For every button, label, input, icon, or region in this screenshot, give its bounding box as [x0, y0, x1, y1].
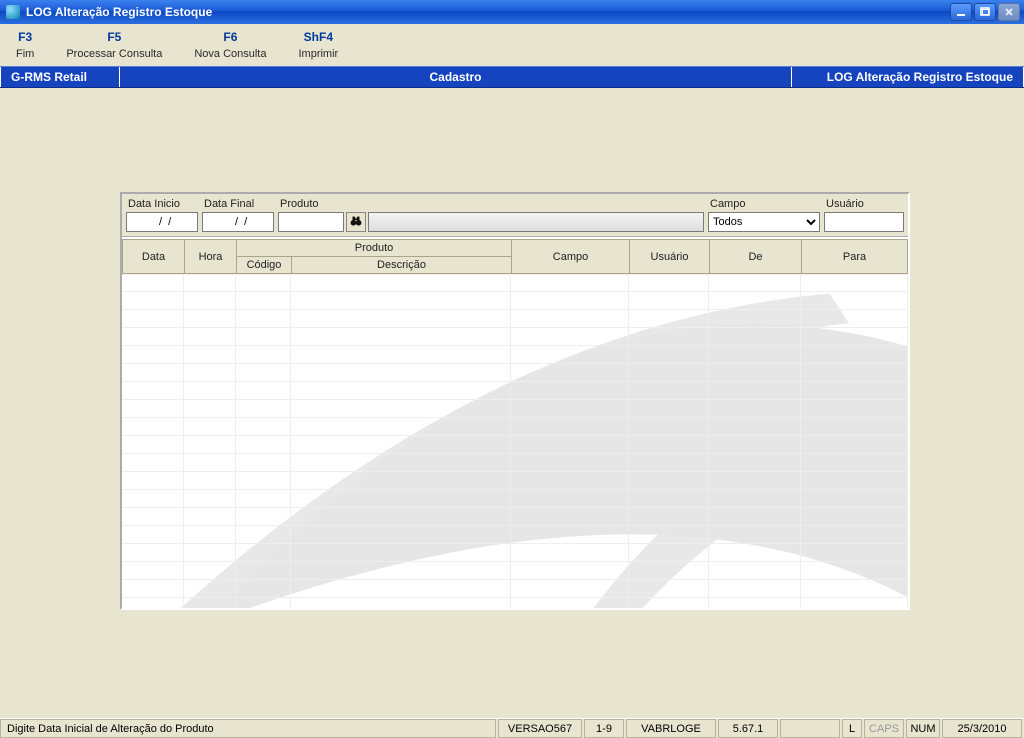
titlebar: LOG Alteração Registro Estoque — [0, 0, 1024, 24]
fn-label: Processar Consulta — [66, 48, 162, 60]
label-usuario: Usuário — [824, 198, 904, 210]
breadcrumb-app: G-RMS Retail — [0, 67, 120, 87]
table-row — [122, 580, 908, 598]
fn-label: Imprimir — [298, 48, 338, 60]
label-produto: Produto — [278, 198, 704, 210]
fn-key: ShF4 — [304, 30, 333, 44]
table-row — [122, 490, 908, 508]
status-range: 1-9 — [584, 719, 624, 738]
binoculars-icon — [349, 214, 363, 231]
col-produto: Produto — [237, 240, 512, 257]
col-para: Para — [802, 240, 908, 274]
app-icon — [6, 5, 20, 19]
produto-descricao-display — [368, 212, 704, 232]
select-campo[interactable]: Todos — [708, 212, 820, 232]
table-row — [122, 292, 908, 310]
label-campo: Campo — [708, 198, 820, 210]
filter-row: Data Inicio Data Final Produto — [122, 194, 908, 238]
table-row — [122, 472, 908, 490]
close-button[interactable] — [998, 3, 1020, 21]
col-hora: Hora — [185, 240, 237, 274]
label-data-inicio: Data Inicio — [126, 198, 198, 210]
grid-rows — [122, 274, 908, 608]
table-row — [122, 346, 908, 364]
input-produto-codigo[interactable] — [278, 212, 344, 232]
label-data-final: Data Final — [202, 198, 274, 210]
function-key-bar: F3 Fim F5 Processar Consulta F6 Nova Con… — [0, 24, 1024, 66]
status-empty — [780, 719, 840, 738]
col-campo: Campo — [512, 240, 630, 274]
window-controls — [950, 3, 1020, 21]
maximize-button[interactable] — [974, 3, 996, 21]
col-usuario: Usuário — [630, 240, 710, 274]
lookup-button[interactable] — [346, 212, 366, 232]
status-bar: Digite Data Inicial de Alteração do Prod… — [0, 718, 1024, 738]
main-area: Data Inicio Data Final Produto — [0, 100, 1024, 714]
log-panel: Data Inicio Data Final Produto — [120, 192, 910, 610]
col-de: De — [710, 240, 802, 274]
fn-label: Fim — [16, 48, 34, 60]
breadcrumb-section: Cadastro — [120, 67, 792, 87]
table-row — [122, 418, 908, 436]
status-caps: CAPS — [864, 719, 904, 738]
table-row — [122, 526, 908, 544]
input-data-inicio[interactable] — [126, 212, 198, 232]
fn-key: F5 — [107, 30, 121, 44]
status-versao: VERSAO567 — [498, 719, 582, 738]
table-row — [122, 544, 908, 562]
window-title: LOG Alteração Registro Estoque — [26, 5, 950, 19]
status-hint: Digite Data Inicial de Alteração do Prod… — [0, 719, 496, 738]
table-row — [122, 400, 908, 418]
fn-shf4-imprimir[interactable]: ShF4 Imprimir — [282, 30, 354, 60]
fn-label: Nova Consulta — [194, 48, 266, 60]
grid-body[interactable] — [122, 274, 908, 608]
table-row — [122, 274, 908, 292]
table-row — [122, 364, 908, 382]
fn-f3-fim[interactable]: F3 Fim — [0, 30, 50, 60]
table-row — [122, 562, 908, 580]
col-codigo: Código — [237, 257, 292, 274]
status-version: 5.67.1 — [718, 719, 778, 738]
fn-f6-nova[interactable]: F6 Nova Consulta — [178, 30, 282, 60]
fn-key: F3 — [18, 30, 32, 44]
table-row — [122, 508, 908, 526]
table-row — [122, 454, 908, 472]
breadcrumb-screen: LOG Alteração Registro Estoque — [792, 67, 1024, 87]
table-row — [122, 328, 908, 346]
table-row — [122, 382, 908, 400]
input-usuario[interactable] — [824, 212, 904, 232]
table-row — [122, 310, 908, 328]
status-num: NUM — [906, 719, 940, 738]
col-data: Data — [123, 240, 185, 274]
grid-header: Data Hora Produto Campo Usuário De Para … — [122, 239, 908, 274]
status-module: VABRLOGE — [626, 719, 716, 738]
status-mode: L — [842, 719, 862, 738]
breadcrumb-bar: G-RMS Retail Cadastro LOG Alteração Regi… — [0, 66, 1024, 88]
fn-key: F6 — [223, 30, 237, 44]
table-row — [122, 598, 908, 608]
minimize-button[interactable] — [950, 3, 972, 21]
table-row — [122, 436, 908, 454]
fn-f5-processar[interactable]: F5 Processar Consulta — [50, 30, 178, 60]
col-descricao: Descrição — [292, 257, 512, 274]
status-date: 25/3/2010 — [942, 719, 1022, 738]
input-data-final[interactable] — [202, 212, 274, 232]
grid: Data Hora Produto Campo Usuário De Para … — [122, 238, 908, 608]
